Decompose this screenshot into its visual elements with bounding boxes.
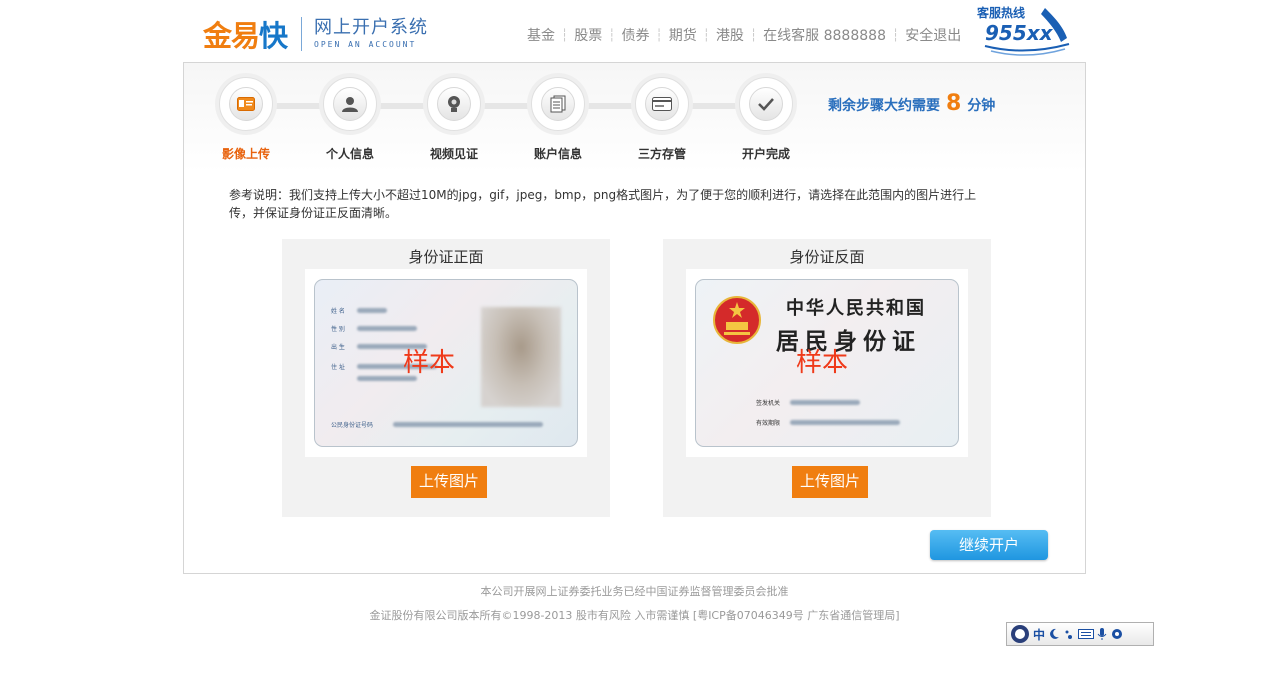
remaining-suffix: 分钟 [967, 98, 996, 114]
nav-bonds[interactable]: 债券 [615, 25, 655, 45]
step-label: 视频见证 [429, 147, 478, 161]
system-name: 网上开户系统 [314, 17, 429, 38]
id-front-box: 身份证正面 姓 名 性 别 出 生 住 址 公民身份证号码 样本 上传图片 [282, 239, 610, 517]
id-front-card-image: 姓 名 性 别 出 生 住 址 公民身份证号码 样本 [314, 279, 578, 447]
nav-hk-stocks[interactable]: 港股 [710, 25, 750, 45]
step-image-upload[interactable]: 影像上传 [206, 77, 286, 162]
id-back-box: 身份证反面 中华人民共和国 居民身份证 签发机关 有效期限 样本 上传图片 [663, 239, 991, 517]
nav-online-service[interactable]: 在线客服 8888888 [757, 25, 892, 45]
id-front-sample: 姓 名 性 别 出 生 住 址 公民身份证号码 样本 [305, 269, 587, 457]
id-front-title: 身份证正面 [408, 248, 484, 266]
id-back-card-image: 中华人民共和国 居民身份证 签发机关 有效期限 样本 [695, 279, 959, 447]
step-video-witness[interactable]: 视频见证 [414, 77, 494, 162]
national-emblem-icon [713, 296, 761, 344]
step-label: 三方存管 [637, 147, 686, 161]
nav-logout[interactable]: 安全退出 [899, 25, 967, 45]
steps-bar: 影像上传 个人信息 视频见证 账户信息 三方存管 开户完成 剩余步骤大约需要 8… [184, 63, 1085, 173]
step-label: 个人信息 [325, 147, 374, 161]
punctuation-icon[interactable] [1063, 628, 1075, 640]
portrait-photo [481, 307, 561, 407]
microphone-icon[interactable] [1097, 627, 1107, 641]
logo[interactable]: 金易快 网上开户系统 OPEN AN ACCOUNT [203, 14, 428, 54]
logo-part1: 金易 [203, 19, 260, 53]
keyboard-icon[interactable] [1078, 628, 1095, 640]
upload-instructions: 参考说明：我们支持上传大小不超过10M的jpg，gif，jpeg，bmp，png… [229, 188, 977, 220]
hotline-number: 955xx [985, 21, 1053, 45]
nav-futures[interactable]: 期货 [663, 25, 703, 45]
main-panel: 影像上传 个人信息 视频见证 账户信息 三方存管 开户完成 剩余步骤大约需要 8… [183, 62, 1086, 574]
checkmark-icon [758, 98, 774, 111]
step-label: 开户完成 [741, 147, 790, 161]
id-back-sample: 中华人民共和国 居民身份证 签发机关 有效期限 样本 [686, 269, 968, 457]
logo-mark: 金易快 [203, 13, 288, 55]
footer-approval: 本公司开展网上证券委托业务已经中国证券监督管理委员会批准 [480, 585, 789, 598]
logo-part2: 快 [259, 19, 288, 53]
system-name-en: OPEN AN ACCOUNT [314, 40, 417, 49]
country-name: 中华人民共和国 [786, 298, 926, 319]
ime-lang[interactable]: 中 [1033, 626, 1045, 643]
webcam-icon [448, 96, 460, 112]
step-label: 账户信息 [533, 147, 582, 161]
ime-toolbar[interactable]: 中 [1006, 622, 1154, 646]
sample-watermark: 样本 [403, 348, 456, 378]
remaining-minutes: 8 [946, 91, 962, 116]
step-complete[interactable]: 开户完成 [726, 77, 806, 162]
documents-icon [550, 95, 566, 113]
card-icon [652, 97, 672, 111]
step-personal-info[interactable]: 个人信息 [310, 77, 390, 162]
hotline: 客服热线 955xx [975, 2, 1075, 58]
moon-icon[interactable] [1048, 628, 1060, 640]
logo-subtitle: 网上开户系统 OPEN AN ACCOUNT [314, 19, 428, 49]
continue-button[interactable]: 继续开户 [930, 530, 1048, 560]
id-card-icon [237, 97, 255, 111]
sample-watermark: 样本 [796, 348, 849, 378]
hotline-label: 客服热线 [977, 6, 1026, 20]
upload-back-button[interactable]: 上传图片 [792, 466, 868, 498]
logo-divider [301, 17, 303, 51]
remaining-prefix: 剩余步骤大约需要 [828, 98, 940, 114]
step-label: 影像上传 [221, 147, 270, 161]
upload-front-button[interactable]: 上传图片 [411, 466, 487, 498]
nav-stocks[interactable]: 股票 [568, 25, 608, 45]
step-third-party-custody[interactable]: 三方存管 [622, 77, 702, 162]
nav-fund[interactable]: 基金 [527, 25, 561, 45]
ime-logo-icon [1011, 625, 1029, 643]
person-icon [342, 97, 358, 112]
settings-gear-icon[interactable] [1110, 627, 1124, 641]
id-back-title: 身份证反面 [789, 248, 865, 266]
header: 金易快 网上开户系统 OPEN AN ACCOUNT 基金 ┆ 股票 ┆ 债券 ┆ 期… [0, 0, 1269, 62]
top-nav: 基金 ┆ 股票 ┆ 债券 ┆ 期货 ┆ 港股 ┆ 在线客服 8888888 ┆ 安全退出 [527, 25, 967, 45]
remaining-time: 剩余步骤大约需要 8 分钟 [828, 91, 995, 116]
step-account-info[interactable]: 账户信息 [518, 77, 598, 162]
footer-copyright: 金证股份有限公司版本所有©1998-2013 股市有风险 入市需谨慎 [粤ICP… [369, 609, 900, 622]
